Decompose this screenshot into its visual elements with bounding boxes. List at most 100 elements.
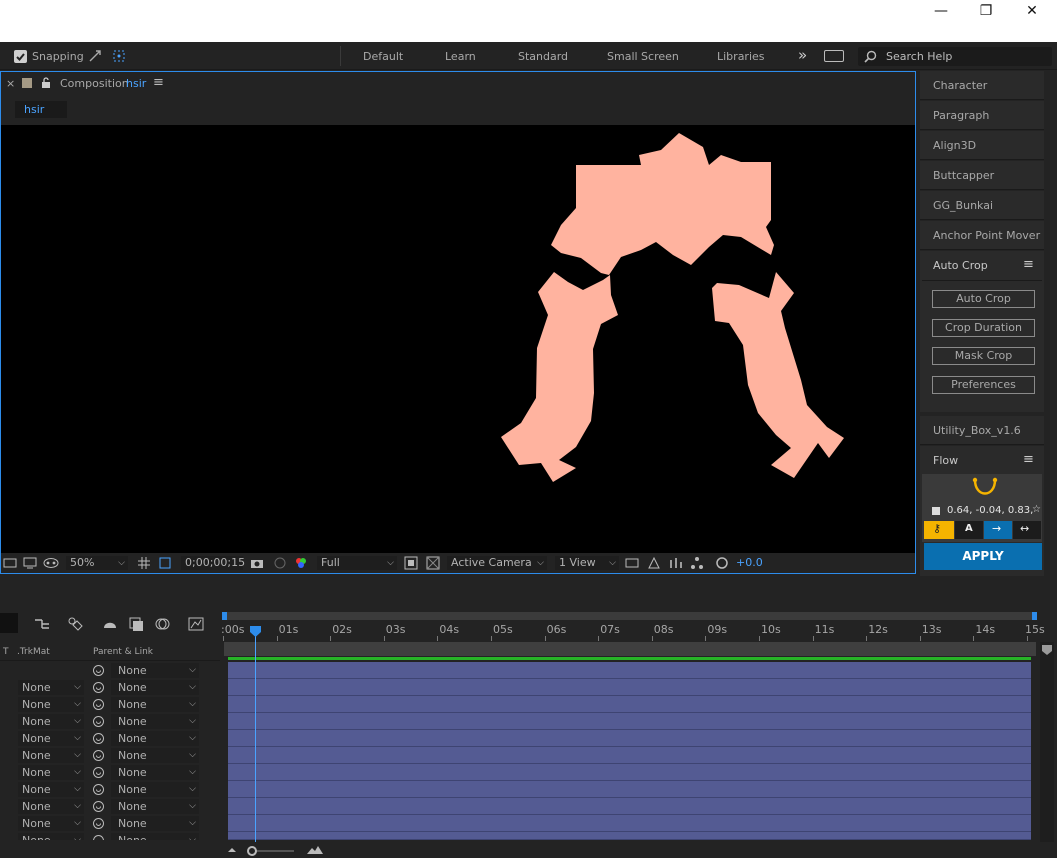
favorite-star-icon[interactable]: ☆ — [1032, 504, 1041, 515]
layer-bar[interactable] — [228, 781, 1031, 798]
zoom-in-icon[interactable] — [306, 844, 324, 856]
region-of-interest-icon[interactable] — [404, 556, 418, 570]
apply-button[interactable]: APPLY — [924, 543, 1042, 570]
arrow-both-icon: ↔ — [1020, 522, 1030, 535]
timecode-display[interactable]: 0;00;00;15 — [181, 556, 246, 570]
mask-path-icon[interactable] — [158, 556, 172, 570]
search-help-box[interactable]: Search Help — [858, 47, 1052, 66]
workspace-standard[interactable]: Standard — [518, 50, 568, 63]
camera-dropdown[interactable]: Active Camera ⌵ — [447, 556, 547, 570]
snapping-checkbox[interactable] — [14, 50, 27, 63]
panel-utility-box[interactable]: Utility_Box_v1.6 — [920, 416, 1044, 445]
camera-value: Active Camera — [451, 556, 532, 569]
auto-crop-button[interactable]: Auto Crop — [932, 290, 1035, 308]
show-snapshot-icon[interactable] — [273, 556, 287, 570]
workspace-libraries[interactable]: Libraries — [717, 50, 765, 63]
close-window-button[interactable]: ✕ — [1009, 0, 1055, 22]
auto-crop-menu-icon[interactable]: ≡ — [1023, 257, 1034, 272]
channels-icon[interactable] — [294, 556, 308, 570]
reset-exposure-icon[interactable] — [715, 556, 729, 570]
grid-toggle-icon[interactable] — [137, 556, 151, 570]
workspace-learn[interactable]: Learn — [445, 50, 476, 63]
layer-bar[interactable] — [228, 662, 1031, 679]
composition-name: hsir — [126, 77, 147, 90]
panel-paragraph[interactable]: Paragraph — [920, 101, 1044, 130]
panel-align3d[interactable]: Align3D — [920, 131, 1044, 160]
flow-mode-both-button[interactable]: ↔ — [1013, 521, 1041, 539]
transparency-grid-icon[interactable] — [426, 556, 440, 570]
flow-mode-text-button[interactable]: A — [955, 521, 983, 539]
copy-values-icon[interactable] — [932, 507, 940, 515]
toggle-pixel-aspect-icon[interactable] — [625, 556, 639, 570]
separator — [340, 46, 341, 66]
flowchart-icon[interactable] — [690, 556, 704, 570]
monitor-icon[interactable] — [23, 556, 37, 570]
composition-tab[interactable]: hsir — [15, 101, 67, 118]
panel-menu-icon[interactable]: ≡ — [153, 75, 164, 90]
crop-duration-button[interactable]: Crop Duration — [932, 319, 1035, 337]
layer-bar[interactable] — [228, 747, 1031, 764]
view-layout-dropdown[interactable]: 1 View ⌵ — [555, 556, 619, 570]
chevron-down-icon: ⌵ — [118, 558, 125, 568]
vertical-scrollbar[interactable] — [1040, 642, 1054, 842]
workspace-default[interactable]: Default — [363, 50, 403, 63]
zoom-slider-track[interactable] — [252, 850, 294, 852]
snapshot-camera-icon[interactable] — [250, 556, 264, 570]
flow-curve-values: 0.64, -0.04, 0.83, — [947, 505, 1034, 516]
preferences-button[interactable]: Preferences — [932, 376, 1035, 394]
timecode-value: 0;00;00;15 — [185, 556, 246, 569]
snap-feather-icon[interactable] — [112, 49, 126, 63]
layer-bar[interactable] — [228, 815, 1031, 832]
arrow-right-icon: → — [992, 522, 1002, 535]
region-icon[interactable] — [3, 556, 17, 570]
panel-gg-bunkai[interactable]: GG_Bunkai — [920, 191, 1044, 220]
exposure-value[interactable]: +0.0 — [736, 556, 763, 570]
timeline-icon[interactable] — [669, 556, 683, 570]
panel-anchor-point-mover[interactable]: Anchor Point Mover — [920, 221, 1044, 250]
shape-right-leg — [712, 272, 844, 478]
minimize-button[interactable]: — — [918, 0, 964, 22]
mask-icon[interactable] — [43, 556, 59, 570]
workspace-small-screen[interactable]: Small Screen — [607, 50, 679, 63]
layer-bar[interactable] — [228, 798, 1031, 815]
title-bar: — ❐ ✕ — [0, 0, 1057, 42]
maximize-button[interactable]: ❐ — [963, 0, 1009, 22]
layer-bar[interactable] — [228, 730, 1031, 747]
zoom-out-icon[interactable] — [226, 845, 238, 855]
flow-mode-key-button[interactable]: ⚷ — [924, 521, 954, 539]
key-icon: ⚷ — [933, 522, 942, 535]
mask-crop-button[interactable]: Mask Crop — [932, 347, 1035, 365]
views-value: 1 View — [559, 556, 596, 569]
scroll-marker-icon — [1042, 645, 1052, 655]
divider — [922, 280, 1042, 281]
current-time-indicator-head[interactable] — [249, 626, 262, 638]
current-time-indicator-line[interactable] — [255, 632, 256, 842]
zoom-slider-thumb[interactable] — [247, 846, 257, 856]
zoom-value: 50% — [70, 556, 95, 569]
layer-bar[interactable] — [228, 832, 1031, 840]
workspace-layout-icon[interactable] — [824, 50, 844, 62]
resolution-dropdown[interactable]: Full ⌵ — [317, 556, 397, 570]
layer-bar[interactable] — [228, 764, 1031, 781]
flow-menu-icon[interactable]: ≡ — [1023, 452, 1034, 467]
zoom-dropdown[interactable]: 50% ⌵ — [66, 556, 128, 570]
panel-character[interactable]: Character — [920, 71, 1044, 100]
composition-viewer[interactable] — [1, 125, 915, 553]
lock-icon[interactable] — [41, 77, 51, 88]
auto-crop-panel: Auto Crop ≡ Auto Crop Crop Duration Mask… — [920, 251, 1044, 412]
layer-bar[interactable] — [228, 696, 1031, 713]
layer-bar[interactable] — [228, 713, 1031, 730]
close-panel-button[interactable]: × — [6, 77, 15, 90]
search-help-placeholder: Search Help — [886, 50, 953, 63]
flow-curve-area[interactable]: 0.64, -0.04, 0.83, ☆ ⚷ A → ↔ — [922, 474, 1042, 542]
layer-bar[interactable] — [228, 679, 1031, 696]
snap-edge-icon[interactable] — [88, 49, 102, 63]
text-icon: A — [965, 523, 973, 534]
composition-panel: × Composition hsir ≡ hsir 50% ⌵ 0;00;00;1… — [0, 71, 916, 574]
more-workspaces-button[interactable]: » — [798, 46, 807, 64]
fast-preview-icon[interactable] — [647, 556, 661, 570]
panel-buttcapper[interactable]: Buttcapper — [920, 161, 1044, 190]
flow-mode-right-button[interactable]: → — [984, 521, 1012, 539]
search-icon — [864, 50, 877, 63]
auto-crop-title: Auto Crop — [933, 259, 988, 272]
